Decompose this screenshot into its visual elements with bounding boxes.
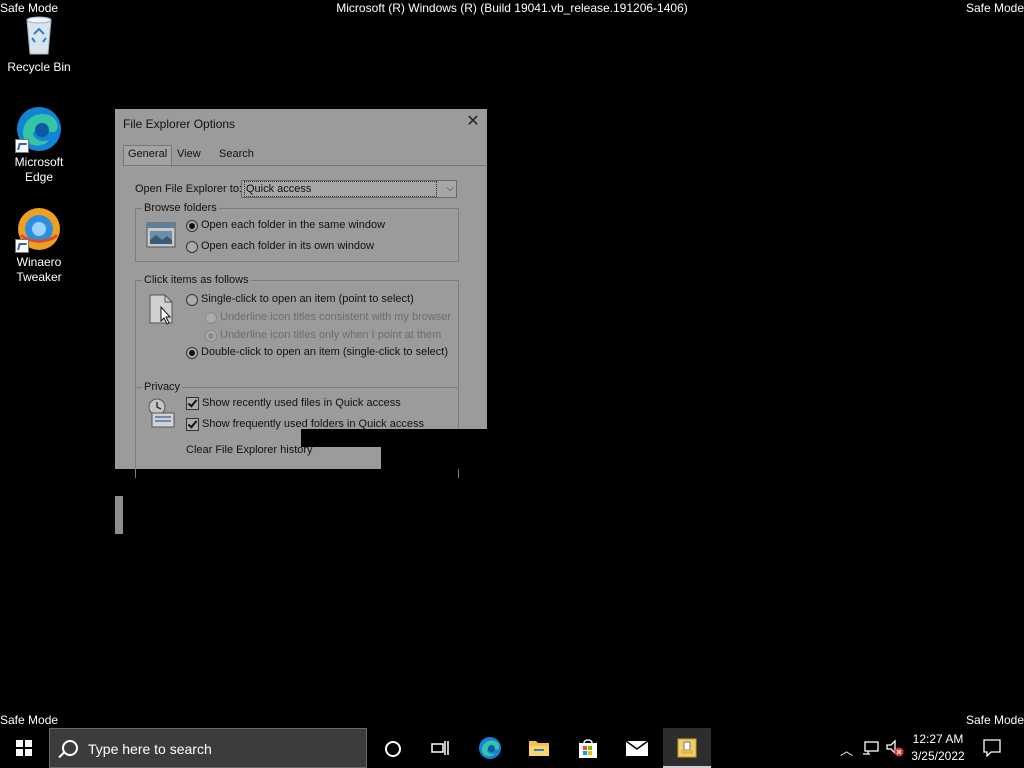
taskbar: Type here to search ︿ 12:27 AM 3/25/2022 (0, 728, 1024, 768)
chevron-up-icon[interactable]: ︿ (840, 740, 853, 759)
taskbar-mail-button[interactable] (613, 728, 661, 768)
search-placeholder: Type here to search (88, 741, 212, 757)
taskbar-edge-button[interactable] (466, 728, 514, 768)
own-window-label[interactable]: Open each folder in its own window (201, 240, 374, 252)
group-title: Browse folders (142, 202, 219, 214)
tab-general[interactable]: General (123, 145, 173, 167)
open-to-label: Open File Explorer to: (135, 183, 242, 195)
recycle-bin-icon (15, 10, 63, 58)
close-icon[interactable]: ✕ (465, 114, 481, 130)
desktop-icon-label-line2: Edge (24, 170, 54, 184)
frequent-folders-checkbox[interactable] (186, 418, 199, 431)
desktop-icon-label-line1: Winaero (16, 255, 62, 269)
taskbar-file-explorer-button[interactable] (515, 728, 563, 768)
single-click-radio[interactable] (186, 294, 198, 306)
desktop-icon-label-line1: Microsoft (14, 155, 64, 169)
edge-icon (15, 105, 63, 153)
task-view-button[interactable] (416, 728, 464, 768)
folder-icon (529, 741, 549, 756)
click-items-picture (148, 293, 176, 328)
render-artifact (301, 429, 487, 447)
single-click-label[interactable]: Single-click to open an item (point to s… (201, 293, 414, 305)
build-info-text: Microsoft (R) Windows (R) (Build 19041.v… (336, 1, 688, 15)
open-to-value: Quick access (244, 181, 437, 197)
recent-files-checkbox[interactable] (186, 397, 199, 410)
chevron-down-icon: ⌵ (446, 183, 454, 194)
clock-time: 12:27 AM (912, 732, 964, 746)
desktop-icon-winaero-tweaker[interactable]: Winaero Tweaker (3, 205, 75, 285)
tab-view[interactable]: View (177, 148, 201, 160)
group-title: Click items as follows (142, 274, 251, 286)
recent-files-label[interactable]: Show recently used files in Quick access (202, 397, 401, 409)
same-window-radio[interactable] (186, 220, 198, 232)
underline-point-radio[interactable] (205, 330, 217, 342)
start-button[interactable] (0, 728, 48, 768)
group-title: Privacy (142, 381, 183, 393)
network-icon[interactable] (862, 740, 880, 756)
shortcut-arrow-icon (15, 139, 29, 153)
underline-browser-label[interactable]: Underline icon titles consistent with my… (220, 311, 451, 323)
clear-history-label: Clear File Explorer history (186, 444, 313, 456)
action-center-icon[interactable] (983, 739, 1001, 757)
folder-options-icon (677, 738, 697, 758)
desktop-icon-edge[interactable]: Microsoft Edge (3, 105, 75, 185)
taskbar-search-box[interactable]: Type here to search (49, 728, 367, 768)
safe-mode-label-bottom-right: Safe Mode (965, 713, 1024, 727)
double-click-label[interactable]: Double-click to open an item (single-cli… (201, 346, 448, 358)
tab-search[interactable]: Search (219, 148, 254, 160)
taskbar-file-explorer-options-button[interactable] (663, 728, 711, 768)
taskbar-store-button[interactable] (564, 728, 612, 768)
edge-icon (479, 737, 501, 759)
task-view-icon (431, 741, 449, 755)
windows-logo-icon (16, 740, 32, 756)
render-artifact (115, 496, 123, 534)
underline-point-label[interactable]: Underline icon titles only when I point … (220, 329, 441, 341)
browse-folders-picture (146, 222, 176, 251)
shortcut-arrow-icon (15, 239, 29, 253)
mail-icon (625, 740, 649, 756)
cortana-circle-icon (385, 741, 401, 757)
safe-mode-label-bottom-left: Safe Mode (0, 713, 59, 727)
browse-folders-group: Browse folders (135, 202, 459, 262)
clock-date: 3/25/2022 (911, 749, 965, 763)
store-bag-icon (579, 739, 597, 758)
dialog-title: File Explorer Options (123, 117, 236, 131)
open-to-dropdown[interactable]: Quick access ⌵ (241, 180, 457, 198)
taskbar-clock[interactable]: 12:27 AM 3/25/2022 (900, 731, 976, 765)
cortana-button[interactable] (368, 728, 416, 768)
same-window-label[interactable]: Open each folder in the same window (201, 219, 385, 231)
privacy-picture (146, 397, 176, 432)
desktop-icon-label: Recycle Bin (7, 60, 71, 74)
underline-browser-radio[interactable] (205, 312, 217, 324)
desktop-icon-recycle-bin[interactable]: Recycle Bin (3, 10, 75, 75)
desktop-icon-label-line2: Tweaker (16, 270, 62, 284)
render-artifact (381, 447, 487, 469)
winaero-tweaker-icon (15, 205, 63, 253)
file-explorer-options-dialog: File Explorer Options ✕ General View Sea… (115, 109, 487, 478)
double-click-radio[interactable] (186, 347, 198, 359)
own-window-radio[interactable] (186, 241, 198, 253)
search-icon (62, 740, 78, 756)
